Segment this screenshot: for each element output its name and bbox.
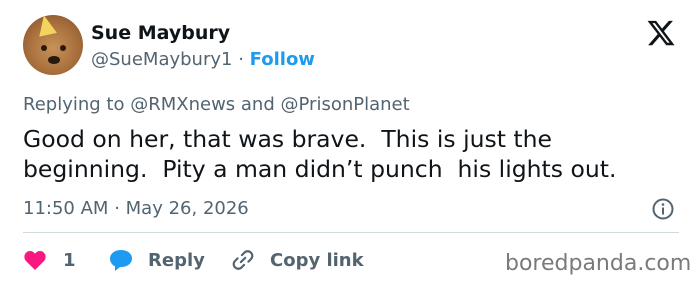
author-handle[interactable]: @SueMaybury1 (91, 49, 232, 70)
mention-prisonplanet[interactable]: @PrisonPlanet (281, 94, 410, 115)
replying-conjunction: and (240, 94, 275, 115)
avatar[interactable] (23, 15, 83, 75)
tweet-time: 11:50 AM (23, 198, 109, 219)
watermark: boredpanda.com (505, 251, 692, 276)
tweet-text: Good on her, that was brave. This is jus… (23, 125, 617, 183)
timestamp-separator: · (114, 198, 120, 219)
divider (23, 232, 679, 233)
speech-bubble-icon (110, 250, 132, 271)
handle-separator: · (238, 49, 244, 70)
mention-rmxnews[interactable]: @RMXnews (130, 94, 235, 115)
reply-button[interactable]: Reply (108, 247, 205, 273)
link-icon (232, 250, 254, 270)
tweet-date: May 26, 2026 (125, 198, 249, 219)
reply-label: Reply (148, 249, 205, 271)
like-button[interactable]: 1 (23, 247, 76, 273)
copy-link-button[interactable]: Copy link (230, 247, 364, 273)
avatar-eye-left (41, 45, 47, 51)
x-logo-icon[interactable] (645, 18, 677, 48)
like-count: 1 (63, 249, 76, 271)
follow-button[interactable]: Follow (250, 49, 315, 70)
avatar-nose (48, 56, 60, 64)
heart-icon (24, 251, 46, 270)
author-handle-row: @SueMaybury1 · Follow (91, 49, 315, 70)
copy-link-label: Copy link (270, 249, 364, 271)
tweet-timestamp[interactable]: 11:50 AM · May 26, 2026 (23, 198, 249, 219)
replying-prefix: Replying to (23, 94, 125, 115)
avatar-eye-right (60, 45, 66, 51)
replying-to-line: Replying to @RMXnews and @PrisonPlanet (23, 94, 410, 115)
info-icon[interactable] (651, 197, 675, 221)
party-hat (35, 15, 57, 37)
author-name[interactable]: Sue Maybury (91, 22, 230, 44)
